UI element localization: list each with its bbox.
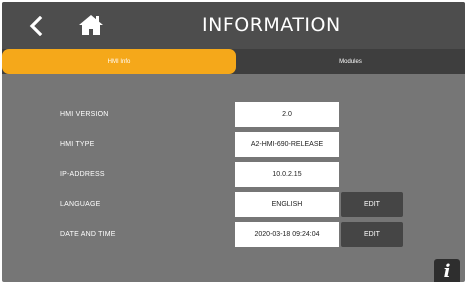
date-time-edit-button[interactable]: EDIT [341, 222, 403, 247]
hmi-version-label: HMI VERSION [60, 111, 109, 118]
tab-modules[interactable]: Modules [236, 49, 465, 74]
language-label: LANGUAGE [60, 201, 101, 208]
hmi-version-value: 2.0 [235, 102, 339, 127]
hmi-type-value: A2-HMI-690-RELEASE [235, 132, 339, 157]
ip-address-value: 10.0.2.15 [235, 162, 339, 187]
hmi-screen: INFORMATION HMI Info Modules HMI VERSION… [2, 2, 465, 282]
ip-address-label: IP-ADDRESS [60, 171, 105, 178]
date-time-value: 2020-03-18 09:24:04 [235, 222, 339, 247]
back-button[interactable] [22, 12, 50, 40]
tab-hmi-info[interactable]: HMI Info [2, 49, 236, 74]
language-edit-button[interactable]: EDIT [341, 192, 403, 217]
language-value: ENGLISH [235, 192, 339, 217]
header-bar: INFORMATION [2, 2, 465, 49]
chevron-left-icon [29, 16, 43, 36]
date-time-label: DATE AND TIME [60, 231, 116, 238]
hmi-type-label: HMI TYPE [60, 141, 95, 148]
home-icon [79, 15, 103, 35]
info-icon: i [443, 261, 451, 282]
page-title: INFORMATION [202, 14, 341, 36]
info-button[interactable]: i [434, 259, 460, 282]
tab-bar: HMI Info Modules [2, 49, 465, 74]
home-button[interactable] [76, 11, 106, 39]
